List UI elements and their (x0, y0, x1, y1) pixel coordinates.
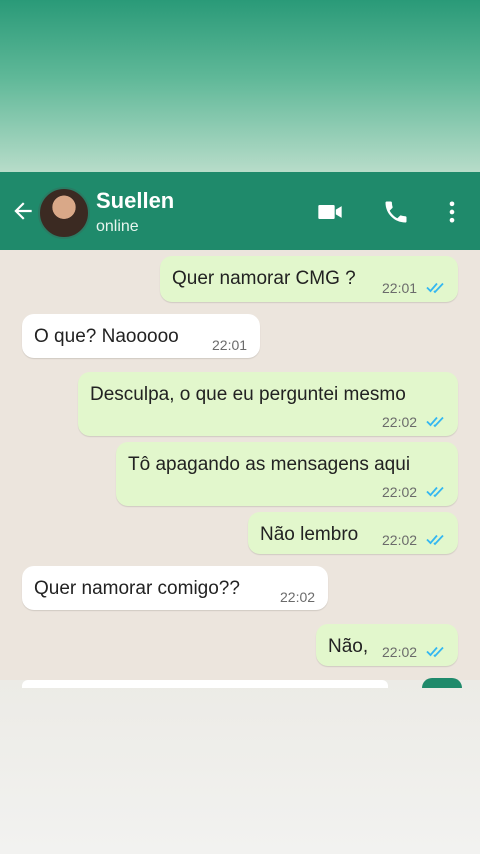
message-bubble-outgoing[interactable]: Tô apagando as mensagens aqui 22:02 (116, 442, 458, 506)
message-time: 22:02 (382, 484, 418, 500)
message-bubble-outgoing[interactable]: Desculpa, o que eu perguntei mesmo 22:02 (78, 372, 458, 436)
double-check-icon (426, 416, 444, 428)
message-text: Tô apagando as mensagens aqui (128, 454, 411, 475)
message-time: 22:02 (382, 414, 418, 430)
message-bubble-incoming[interactable]: O que? Naooooo 22:01 (22, 314, 260, 358)
message-time: 22:02 (382, 532, 418, 548)
message-bubble-incoming[interactable]: Quer namorar comigo?? 22:02 (22, 566, 328, 610)
message-text: Quer namorar comigo?? (34, 578, 240, 599)
double-check-icon (426, 282, 444, 294)
chat-header: Suellen online (0, 172, 480, 250)
message-text: Não, (328, 636, 369, 657)
message-text: Não lembro (260, 524, 359, 545)
message-time: 22:02 (382, 644, 418, 660)
message-text: Quer namorar CMG ? (172, 268, 356, 289)
message-bubble-outgoing[interactable]: Quer namorar CMG ? 22:01 (160, 256, 458, 302)
message-list[interactable]: Quer namorar CMG ? 22:01 O que? Naooooo … (0, 250, 480, 690)
top-banner (0, 0, 480, 172)
double-check-icon (426, 534, 444, 546)
message-bubble-outgoing[interactable]: Não, 22:02 (316, 624, 458, 666)
more-vertical-icon[interactable] (438, 198, 466, 226)
message-text: Desculpa, o que eu perguntei mesmo (90, 384, 406, 405)
partial-message-bubble (22, 680, 388, 688)
double-check-icon (426, 646, 444, 658)
contact-name[interactable]: Suellen (96, 188, 174, 214)
message-time: 22:01 (382, 280, 418, 296)
avatar[interactable] (38, 187, 90, 239)
message-time: 22:02 (280, 589, 316, 605)
message-text: O que? Naooooo (34, 326, 179, 347)
double-check-icon (426, 486, 444, 498)
bottom-area (0, 680, 480, 854)
video-camera-icon[interactable] (316, 198, 344, 226)
message-time: 22:01 (212, 337, 248, 353)
phone-icon[interactable] (382, 198, 410, 226)
partial-send-button (422, 678, 462, 688)
arrow-left-icon[interactable] (10, 198, 36, 224)
contact-status: online (96, 218, 139, 235)
message-bubble-outgoing[interactable]: Não lembro 22:02 (248, 512, 458, 554)
